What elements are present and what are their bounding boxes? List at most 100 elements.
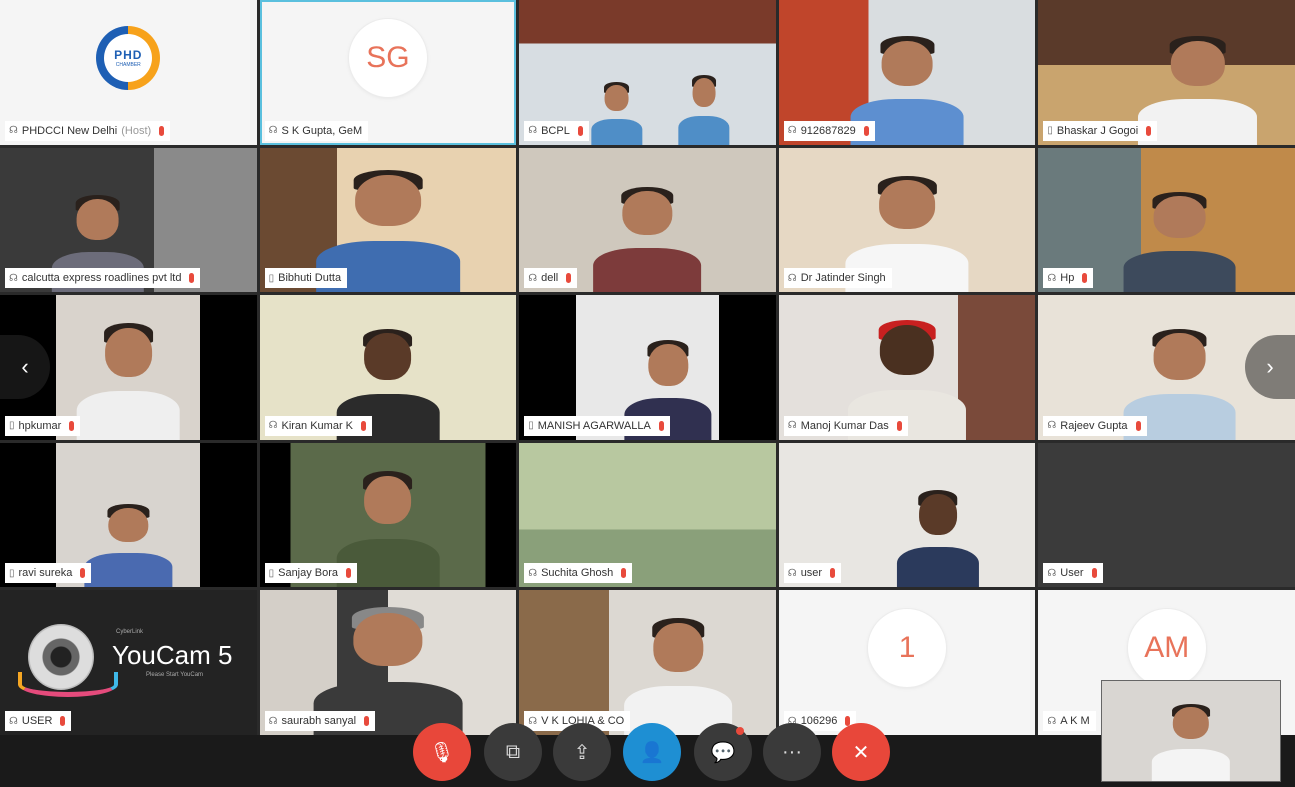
participant-name-label: ☊ saurabh sanyal — [264, 711, 376, 731]
participant-tile[interactable]: ☊ 912687829 — [778, 0, 1036, 145]
participant-name: A K M — [1060, 715, 1090, 727]
participant-name-label: ☊ dell — [524, 268, 578, 289]
audio-icon: ☊ — [268, 715, 278, 727]
share-button[interactable]: ⇪ — [553, 723, 611, 781]
youcam-brand: YouCam 5 — [112, 640, 233, 671]
participant-name-label: ☊ BCPL — [524, 120, 589, 141]
participant-tile[interactable]: ▯ ravi surekа — [0, 442, 257, 588]
participant-name-label: ☊ user — [783, 563, 842, 584]
participant-name: USER — [21, 715, 53, 727]
participant-name-label: ☊ PHDCCI New Delhi (Host) — [5, 120, 171, 141]
participant-name: Rajeev Gupta — [1060, 419, 1128, 432]
participant-name-label: ▯ Bibhuti Dutta — [264, 268, 348, 289]
participant-name: BCPL — [541, 124, 570, 137]
share-icon: ⇪ — [573, 741, 591, 764]
host-tag: (Host) — [121, 124, 152, 137]
participant-name: saurabh sanyal — [281, 715, 357, 727]
mic-muted-icon — [1146, 125, 1152, 136]
participant-tile[interactable]: ☊ Manoj Kumar Das — [778, 295, 1036, 440]
participant-name: S K Gupta, GeM — [281, 124, 363, 137]
audio-icon: ☊ — [1047, 272, 1057, 284]
mic-muted-icon — [69, 420, 75, 431]
participant-name: User — [1060, 567, 1084, 580]
meeting-toolbar: 🎙 ⧉ ⇪ 👤 💬 ··· ✕ — [0, 723, 1295, 787]
participant-name-label: ☊ Suchita Ghosh — [524, 563, 633, 584]
mic-muted-icon — [1082, 273, 1088, 284]
mic-muted-icon — [658, 420, 664, 431]
participant-tile[interactable]: 1 ☊ 106296 — [778, 590, 1036, 735]
participant-tile[interactable]: ▯ Sanjay Bora — [259, 442, 517, 588]
mic-muted-icon — [566, 273, 572, 284]
participant-tile[interactable]: ☊ dell — [519, 147, 776, 293]
participant-tile[interactable]: CyberLink YouCam 5 Please Start YouCam ☊… — [0, 590, 257, 735]
mic-muted-icon — [577, 125, 583, 136]
participant-name-label: ☊ Kiran Kumar K — [264, 415, 373, 436]
participant-name-label: ☊ User — [1043, 563, 1103, 584]
audio-icon: ☊ — [787, 272, 797, 284]
mic-muted-icon — [80, 568, 86, 579]
participant-tile[interactable]: ☊ Suchita Ghosh — [519, 442, 776, 588]
participant-name-label: ▯ Sanjay Bora — [264, 563, 358, 584]
audio-icon: ☊ — [1047, 715, 1057, 727]
participant-name-label: ▯ hpkumar — [5, 415, 81, 436]
participant-tile[interactable]: ☊ V K LOHIA & CO — [519, 590, 776, 735]
participants-button[interactable]: 👤 — [623, 723, 681, 781]
audio-icon: ☊ — [528, 715, 538, 727]
participant-name-label: ☊ Hp — [1043, 268, 1094, 289]
participant-tile[interactable]: SG ☊ S K Gupta, GeM — [259, 0, 517, 145]
mic-muted-icon — [361, 420, 367, 431]
mic-muted-icon — [159, 125, 165, 136]
participant-name: hpkumar — [18, 419, 62, 432]
more-options-button[interactable]: ··· — [763, 723, 821, 781]
participant-name: 106296 — [800, 715, 838, 727]
microphone-off-icon: 🎙 — [429, 741, 455, 764]
participant-name: 912687829 — [800, 124, 856, 137]
participant-tile[interactable]: ☊ Kiran Kumar K — [259, 295, 517, 440]
audio-icon: ☊ — [528, 272, 538, 284]
participant-tile[interactable]: ▯ MANISH AGARWALLA — [519, 295, 776, 440]
chat-icon: 💬 — [710, 741, 736, 764]
mic-muted-icon — [346, 568, 352, 579]
audio-icon: ☊ — [9, 125, 18, 137]
participant-tile[interactable]: ▯ Bibhuti Dutta — [259, 147, 517, 293]
participant-name: Manoj Kumar Das — [800, 419, 889, 432]
mic-muted-icon — [896, 420, 902, 431]
video-button[interactable]: ⧉ — [484, 723, 542, 781]
participant-name: user — [800, 567, 823, 580]
participant-name: calcutta express roadlines pvt ltd — [21, 272, 182, 285]
participant-name-label: ☊ Rajeev Gupta — [1043, 415, 1147, 436]
participant-name: Hp — [1060, 272, 1075, 285]
end-call-button[interactable]: ✕ — [832, 723, 890, 781]
mute-button[interactable]: 🎙 — [413, 723, 471, 781]
youcam-tagline: CyberLink — [116, 629, 144, 636]
audio-icon: ☊ — [787, 567, 797, 579]
mic-muted-icon — [1135, 420, 1141, 431]
participant-name-label: ☊ Manoj Kumar Das — [783, 415, 908, 436]
notification-dot — [736, 727, 744, 735]
participant-tile[interactable]: ☊ BCPL — [519, 0, 776, 145]
mic-muted-icon — [60, 716, 66, 726]
participant-name-label: ▯ MANISH AGARWALLA — [524, 415, 670, 436]
audio-icon: ☊ — [1047, 567, 1057, 579]
participant-tile[interactable]: ☊ User — [1038, 442, 1295, 588]
participant-name: Bhaskar J Gogoi — [1056, 124, 1139, 137]
self-view[interactable] — [1102, 681, 1280, 781]
participant-tile[interactable]: ▯ Bhaskar J Gogoi — [1038, 0, 1295, 145]
audio-icon: ☊ — [787, 125, 797, 137]
chat-button[interactable]: 💬 — [694, 723, 752, 781]
youcam-subtext: Please Start YouCam — [146, 672, 204, 679]
participant-tile[interactable]: ☊ saurabh sanyal — [259, 590, 517, 735]
participant-name-label: ☊ Dr Jatinder Singh — [783, 268, 892, 289]
participant-name-label: ▯ ravi surekа — [5, 563, 92, 584]
participant-tile[interactable]: ☊ user — [778, 442, 1036, 588]
participant-tile[interactable]: ☊ Dr Jatinder Singh — [778, 147, 1036, 293]
participant-tile[interactable]: PHD CHAMBER ☊ PHDCCI New Delhi (Host) — [0, 0, 257, 145]
mic-muted-icon — [189, 273, 195, 284]
phone-icon: ▯ — [268, 567, 275, 579]
phone-icon: ▯ — [268, 272, 275, 284]
mic-muted-icon — [1091, 568, 1097, 579]
close-icon: ✕ — [852, 741, 870, 764]
participant-tile[interactable]: ☊ Hp — [1038, 147, 1295, 293]
participant-tile[interactable]: ☊ calcutta express roadlines pvt ltd — [0, 147, 257, 293]
audio-icon: ☊ — [787, 420, 797, 432]
